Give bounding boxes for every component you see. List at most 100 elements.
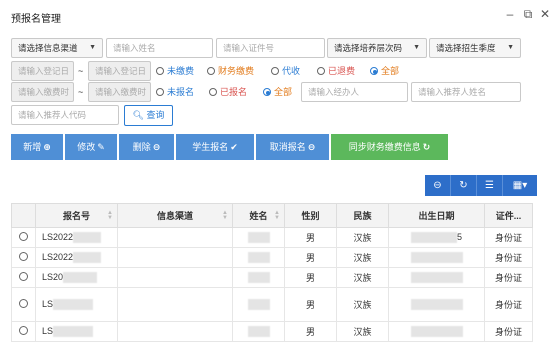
add-button[interactable]: 新增 ⊕ — [11, 134, 63, 160]
select-column-header — [11, 203, 36, 228]
refresh-icon[interactable]: ↻ — [451, 175, 477, 196]
level-select[interactable]: 请选择培养层次码 ▼ — [327, 38, 427, 58]
radio-refunded[interactable]: 已退费 — [317, 61, 355, 81]
registration-number: LS2022 — [42, 251, 74, 262]
idtype-cell: 身份证 — [484, 321, 533, 342]
check-icon: ✔ — [230, 142, 238, 152]
radio-icon — [271, 67, 279, 75]
collapse-icon[interactable]: ⊖ — [425, 175, 451, 196]
pre-registration-window: 预报名管理 – ⧉ ✕ 请选择信息渠道 ▼ 请输入姓名 请输入证件号 请选择培养层… — [0, 0, 554, 356]
column-header[interactable]: 证件... — [484, 203, 533, 228]
ethnic-cell: 汉族 — [336, 267, 389, 288]
idcard-input[interactable]: 请输入证件号 — [216, 38, 325, 58]
delete-label: 删除 — [132, 142, 151, 152]
add-label: 新增 — [23, 142, 42, 152]
season-select-value: 请选择招生季度 — [436, 43, 496, 53]
registration-number: LS2022 — [42, 231, 74, 242]
row-radio[interactable] — [19, 326, 28, 335]
pay-date-to[interactable]: 请输入缴费时 — [88, 82, 151, 102]
edit-label: 修改 — [77, 142, 96, 152]
column-header-label: 报名号 — [62, 211, 90, 221]
referrer-name-input[interactable]: 请输入推荐人姓名 — [411, 82, 521, 102]
column-header[interactable]: 民族 — [336, 203, 389, 228]
radio-label: 全部 — [381, 66, 400, 76]
radio-icon — [156, 88, 164, 96]
idtype-cell: 身份证 — [484, 227, 533, 248]
radio-label: 未缴费 — [167, 66, 195, 76]
ethnic-cell: 汉族 — [336, 321, 389, 342]
level-select-value: 请选择培养层次码 — [334, 43, 403, 53]
minus-circle-icon: ⊖ — [307, 142, 316, 152]
radio-pay-all[interactable]: 全部 — [370, 61, 399, 81]
cancel-enroll-button[interactable]: 取消报名 ⊖ — [256, 134, 329, 160]
search-icon: 🔍︎ — [132, 110, 144, 120]
columns-dropdown-icon[interactable]: ▦▾ — [503, 175, 537, 196]
pay-date-from[interactable]: 请输入缴费时 — [11, 82, 74, 102]
gender-cell: 男 — [284, 321, 337, 342]
date-range-separator: ~ — [78, 87, 84, 97]
redacted-name — [247, 326, 270, 338]
table-row[interactable]: LS2022 男 汉族 身份证 — [11, 247, 533, 268]
table-scrollbar[interactable] — [539, 203, 545, 356]
column-header[interactable]: 姓名 ▲ ▼ — [232, 203, 285, 228]
table-row[interactable]: LS2022 男 汉族 5 身份证 — [11, 227, 533, 248]
query-button[interactable]: 🔍︎ 查询 — [124, 105, 173, 126]
column-header-label: 信息渠道 — [156, 211, 193, 221]
minimize-icon[interactable]: – — [503, 7, 517, 21]
handler-input[interactable]: 请输入经办人 — [301, 82, 408, 102]
sort-icon: ▲ ▼ — [222, 210, 228, 221]
maximize-icon[interactable]: ⧉ — [521, 7, 535, 21]
column-header[interactable]: 信息渠道 ▲ ▼ — [117, 203, 233, 228]
ethnic-cell: 汉族 — [336, 227, 389, 248]
radio-icon — [207, 67, 215, 75]
row-radio[interactable] — [19, 299, 28, 308]
minus-circle-icon: ⊖ — [152, 142, 161, 152]
reg-date-from[interactable]: 请输入登记日 — [11, 61, 74, 81]
row-radio[interactable] — [19, 252, 28, 261]
query-label: 查询 — [146, 110, 165, 120]
enroll-label: 学生报名 — [192, 142, 229, 152]
column-header[interactable]: 性别 — [284, 203, 337, 228]
season-select[interactable]: 请选择招生季度 ▼ — [429, 38, 521, 58]
radio-reg-all[interactable]: 全部 — [263, 82, 292, 102]
list-view-icon[interactable]: ☰ — [477, 175, 503, 196]
radio-icon — [156, 67, 164, 75]
reg-date-to[interactable]: 请输入登记日 — [88, 61, 151, 81]
redacted-text — [63, 272, 98, 284]
column-header-label: 性别 — [301, 211, 320, 221]
table-row[interactable]: LS20 男 汉族 身份证 — [11, 267, 533, 288]
channel-select[interactable]: 请选择信息渠道 ▼ — [11, 38, 103, 58]
radio-unpaid[interactable]: 未缴费 — [156, 61, 194, 81]
edit-button[interactable]: 修改 ✎ — [65, 134, 117, 160]
radio-not-enrolled[interactable]: 未报名 — [156, 82, 194, 102]
close-icon[interactable]: ✕ — [538, 7, 552, 21]
row-radio[interactable] — [19, 232, 28, 241]
sync-finance-button[interactable]: 同步财务缴费信息 ↻ — [331, 134, 448, 160]
refresh-icon: ↻ — [422, 142, 431, 152]
birth-date-tail: 5 — [456, 231, 462, 242]
chevron-down-icon: ▼ — [89, 44, 96, 51]
radio-enrolled[interactable]: 已报名 — [209, 82, 247, 102]
ethnic-cell: 汉族 — [336, 287, 389, 322]
window-title: 预报名管理 — [11, 14, 61, 25]
chevron-down-icon: ▼ — [413, 44, 420, 51]
table-row[interactable]: LS 男 汉族 身份证 — [11, 287, 533, 322]
radio-finance-paid[interactable]: 财务缴费 — [207, 61, 254, 81]
column-header[interactable]: 出生日期 — [388, 203, 485, 228]
enroll-button[interactable]: 学生报名 ✔ — [176, 134, 254, 160]
radio-icon — [209, 88, 217, 96]
radio-selected-icon — [370, 67, 378, 75]
radio-collected[interactable]: 代收 — [271, 61, 300, 81]
delete-button[interactable]: 删除 ⊖ — [119, 134, 174, 160]
redacted-date — [410, 326, 463, 338]
name-input[interactable]: 请输入姓名 — [106, 38, 213, 58]
registration-number: LS — [42, 325, 54, 336]
redacted-date — [410, 299, 463, 311]
column-header[interactable]: 报名号 ▲ ▼ — [35, 203, 118, 228]
radio-label: 财务缴费 — [218, 66, 255, 76]
radio-icon — [317, 67, 325, 75]
table-row[interactable]: LS 男 汉族 身份证 — [11, 321, 533, 342]
referrer-code-input[interactable]: 请输入推荐人代码 — [11, 105, 119, 125]
row-radio[interactable] — [19, 272, 28, 281]
radio-label: 代收 — [282, 66, 301, 76]
